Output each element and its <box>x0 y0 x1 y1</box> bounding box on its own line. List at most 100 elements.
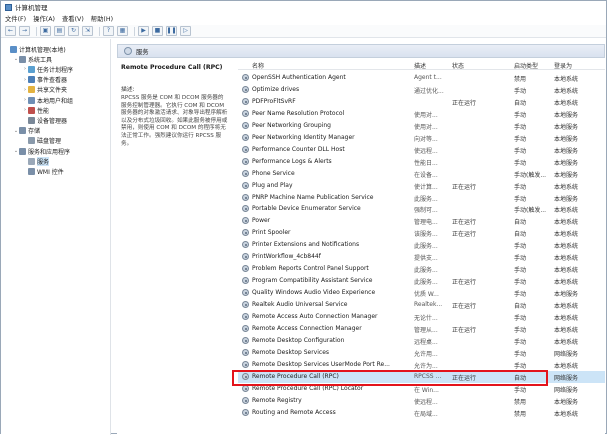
service-row[interactable]: Problem Reports Control Panel Support 此服务… <box>238 263 605 275</box>
tree-node[interactable]: 计算机管理(本地) <box>1 44 66 54</box>
tree-node-icon <box>28 116 35 124</box>
service-desc-cell: 使用对... <box>414 123 438 131</box>
service-row[interactable]: Peer Networking Identity Manager 向对等... 手动… <box>238 132 605 144</box>
export-icon[interactable]: ⇲ <box>82 26 93 36</box>
service-gear-icon <box>242 324 249 332</box>
tree-node[interactable]: › 本地用户和组 <box>1 95 73 105</box>
menu-help[interactable]: 帮助(H) <box>91 14 113 23</box>
restart-icon[interactable]: ▷ <box>180 26 191 36</box>
service-desc-cell: 强制可... <box>414 207 438 215</box>
col-name-header[interactable]: 名称 <box>252 61 264 70</box>
service-row[interactable]: Remote Registry 使远程... 禁用 本地服务 <box>238 395 605 407</box>
service-row[interactable]: Optimize drives 通过优化... 手动 本地系统 <box>238 84 605 96</box>
service-row[interactable]: Routing and Remote Access 在局域... 禁用 本地系统 <box>238 407 605 419</box>
tree-node[interactable]: › 性能 <box>1 105 49 115</box>
service-row[interactable]: Power 管理电... 正在运行 自动 本地系统 <box>238 215 605 227</box>
service-row[interactable]: Remote Access Auto Connection Manager 无论什… <box>238 311 605 323</box>
refresh-icon[interactable]: ↻ <box>68 26 79 36</box>
service-gear-icon <box>242 301 249 309</box>
tree-node[interactable]: ⌄ 系统工具 <box>1 54 52 64</box>
service-row[interactable]: Program Compatibility Assistant Service 此… <box>238 275 605 287</box>
service-logon-cell: 本地服务 <box>554 398 579 406</box>
tree-node[interactable]: › 共享文件夹 <box>1 85 67 95</box>
tree-node[interactable]: 磁盘管理 <box>1 136 61 146</box>
col-logon-header[interactable]: 登录为 <box>554 61 572 70</box>
service-desc-cell: 此服务... <box>414 195 438 203</box>
service-row[interactable]: Remote Access Connection Manager 管理从... 正在… <box>238 323 605 335</box>
service-status-cell: 正在运行 <box>452 183 477 191</box>
service-row[interactable]: Peer Networking Grouping 使用对... 手动 本地服务 <box>238 120 605 132</box>
service-status-cell: 正在运行 <box>452 303 477 311</box>
menu-view[interactable]: 查看(V) <box>62 14 84 23</box>
tree-node[interactable]: 设备管理器 <box>1 115 67 125</box>
service-row[interactable]: OpenSSH Authentication Agent Agent t... 禁用… <box>238 72 605 84</box>
service-gear-icon <box>242 241 249 249</box>
service-name-cell: Program Compatibility Assistant Service <box>252 277 373 285</box>
help-icon[interactable]: ? <box>103 26 114 36</box>
service-row[interactable]: PDFProFltSvRF 正在运行 自动 本地系统 <box>238 96 605 108</box>
service-row[interactable]: Realtek Audio Universal Service Realtek..… <box>238 299 605 311</box>
service-startup-cell: 手动 <box>514 147 527 155</box>
service-row[interactable]: Printer Extensions and Notifications 此服务.… <box>238 239 605 251</box>
service-row[interactable]: Remote Desktop Configuration 远程桌... 手动 本地系统 <box>238 335 605 347</box>
pause-icon[interactable]: ❚❚ <box>166 26 177 36</box>
service-row[interactable]: Remote Desktop Services 允许用... 手动 网络服务 <box>238 347 605 359</box>
service-row[interactable]: Print Spooler 该服务... 正在运行 自动 本地系统 <box>238 227 605 239</box>
tree-node[interactable]: › 任务计划程序 <box>1 64 73 74</box>
service-startup-cell: 禁用 <box>514 76 527 83</box>
service-row[interactable]: PNRP Machine Name Publication Service 此服务… <box>238 192 605 204</box>
tree-node-icon <box>28 106 35 114</box>
service-logon-cell: 本地系统 <box>554 76 579 83</box>
service-gear-icon <box>242 74 249 81</box>
service-name-cell: Remote Desktop Services UserMode Port Re… <box>252 360 390 368</box>
service-gear-icon <box>242 217 249 225</box>
tree-node[interactable]: ⌄ 服务和应用程序 <box>1 146 70 156</box>
tree-node[interactable]: WMI 控件 <box>1 166 64 176</box>
menu-action[interactable]: 操作(A) <box>33 14 55 23</box>
service-row[interactable]: Performance Logs & Alerts 性能日... 手动 本地服务 <box>238 156 605 168</box>
tree-node-label: 任务计划程序 <box>37 66 74 74</box>
service-row[interactable]: Plug and Play 使计算... 正在运行 手动 本地系统 <box>238 180 605 192</box>
service-name-cell: Optimize drives <box>252 85 300 93</box>
service-status-cell: 正在运行 <box>452 99 477 107</box>
service-row[interactable]: Phone Service 在设备... 手动(触发... 本地服务 <box>238 168 605 180</box>
service-logon-cell: 本地服务 <box>554 171 579 179</box>
service-row[interactable]: PrintWorkflow_4cb844f 提供支... 手动 本地系统 <box>238 251 605 263</box>
service-gear-icon <box>242 336 249 344</box>
service-startup-cell: 自动 <box>514 303 527 311</box>
back-arrow-icon[interactable]: ← <box>5 26 16 36</box>
description-text: RPCSS 服务是 COM 和 DCOM 服务器的服务控制管理器。它执行 COM… <box>121 95 228 147</box>
tree-node-label: 存储 <box>28 128 41 136</box>
service-logon-cell: 本地系统 <box>554 303 579 311</box>
service-name-cell: Peer Name Resolution Protocol <box>252 109 345 117</box>
service-row[interactable]: Portable Device Enumerator Service 强制可...… <box>238 203 605 215</box>
service-startup-cell: 手动(触发... <box>514 207 547 215</box>
properties-icon[interactable]: ▦ <box>117 26 128 36</box>
tree-node-icon <box>19 127 26 135</box>
service-row[interactable]: Remote Desktop Services UserMode Port Re… <box>238 359 605 371</box>
menu-file[interactable]: 文件(F) <box>5 14 26 23</box>
service-gear-icon <box>242 253 249 261</box>
service-desc-cell: 在 Win... <box>414 386 439 394</box>
service-row[interactable]: Performance Counter DLL Host 使远程... 手动 本地服务 <box>238 144 605 156</box>
service-status-cell: 正在运行 <box>452 326 477 334</box>
service-gear-icon <box>242 85 249 93</box>
service-gear-icon <box>242 121 249 129</box>
service-row[interactable]: Quality Windows Audio Video Experience 优质… <box>238 287 605 299</box>
col-status-header[interactable]: 状态 <box>452 61 464 70</box>
console-tree-icon[interactable]: ▤ <box>54 26 65 36</box>
col-startup-header[interactable]: 启动类型 <box>514 61 538 70</box>
services-header: 服务 <box>117 44 605 58</box>
service-desc-cell: 使远程... <box>414 147 438 155</box>
tree-node[interactable]: 服务 <box>1 156 50 166</box>
stop-icon[interactable]: ■ <box>152 26 163 36</box>
tree-node[interactable]: › 事件查看器 <box>1 75 67 85</box>
service-row[interactable]: Peer Name Resolution Protocol 使用对... 手动 本地服… <box>238 108 605 120</box>
forward-arrow-icon[interactable]: → <box>19 26 30 36</box>
selected-service-name: Remote Procedure Call (RPC) <box>121 64 223 71</box>
up-folder-icon[interactable]: ▣ <box>40 26 51 36</box>
service-name-cell: Peer Networking Identity Manager <box>252 133 355 141</box>
col-desc-header[interactable]: 描述 <box>414 61 426 70</box>
tree-node[interactable]: ⌄ 存储 <box>1 126 40 136</box>
play-icon[interactable]: ▶ <box>138 26 149 36</box>
